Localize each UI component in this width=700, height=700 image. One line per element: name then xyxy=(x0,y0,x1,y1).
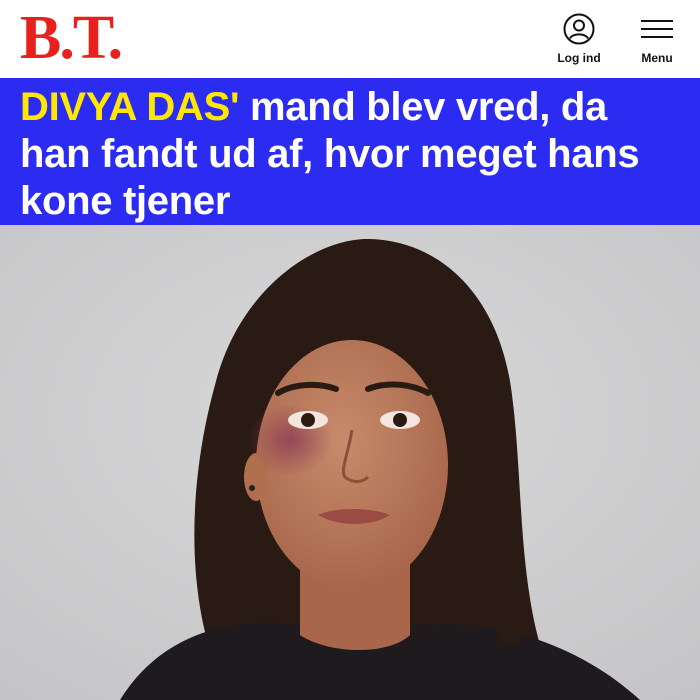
login-button[interactable]: Log ind xyxy=(544,0,614,78)
headline-kicker: DIVYA DAS' xyxy=(20,85,240,129)
hero-image[interactable] xyxy=(0,225,700,700)
login-label: Log ind xyxy=(557,51,601,65)
user-circle-icon xyxy=(563,13,595,45)
menu-label: Menu xyxy=(641,51,673,65)
article-headline[interactable]: DIVYA DAS' mand blev vred, da han fandt … xyxy=(20,84,686,225)
hamburger-menu-icon xyxy=(641,20,673,38)
site-header: B.T. Log ind Menu xyxy=(0,0,700,78)
article-headline-band[interactable]: DIVYA DAS' mand blev vred, da han fandt … xyxy=(0,78,700,225)
portrait-photo xyxy=(0,225,700,700)
bt-logo[interactable]: B.T. xyxy=(20,8,190,68)
logo-text: B.T. xyxy=(20,8,121,68)
bt-logo-mark: B.T. xyxy=(20,8,123,68)
menu-button[interactable]: Menu xyxy=(622,0,692,78)
